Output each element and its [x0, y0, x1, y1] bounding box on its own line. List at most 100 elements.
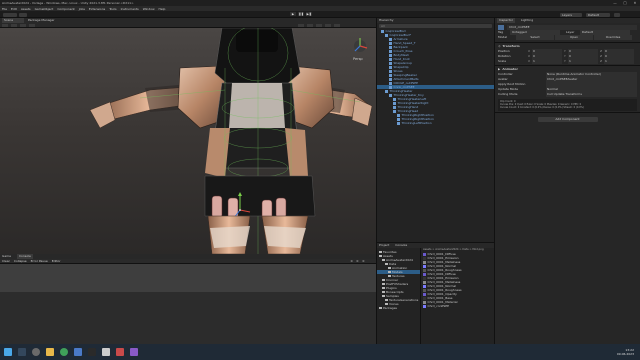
rotate-tool-icon[interactable] — [20, 23, 26, 27]
animator-row-label: Culling Mode — [498, 92, 518, 96]
cube-icon — [381, 29, 384, 33]
play-controls: ▶ ❚❚ ▶❚ — [290, 12, 312, 16]
error-pause-button[interactable]: Error Pause — [31, 259, 48, 263]
menu-gameobject[interactable]: GameObject — [35, 7, 54, 11]
overrides-button[interactable]: Overrides — [594, 35, 632, 40]
add-component-button[interactable]: Add Component — [537, 117, 598, 122]
console-log-area[interactable] — [0, 264, 376, 292]
task-view-icon[interactable] — [32, 348, 40, 356]
animator-fields: Controller None (Runtime Animator Control… — [498, 72, 637, 97]
hierarchy-item-label: ThinkingLeftPosition — [401, 121, 432, 125]
folder-icon — [382, 258, 385, 262]
editor-dropdown[interactable]: Editor — [52, 259, 61, 263]
search-taskbar-icon[interactable] — [18, 348, 26, 356]
tab-lighting[interactable]: Lighting — [521, 18, 533, 23]
project-folder-tree: Favorites Assets AnimeAvatar2024 Data Animat… — [377, 248, 421, 345]
add-component-row: Add Component — [495, 112, 640, 126]
error-count[interactable]: 0 — [362, 259, 364, 263]
model-row: Model Select Open Overrides — [498, 35, 637, 40]
transform-component: ⊹ Transform Position X 0 Y 0 Z 0 Rotation X 0 Y 0 Z 0… — [495, 42, 640, 65]
project-folder[interactable]: Packages — [377, 306, 420, 310]
windows-start-icon[interactable] — [4, 348, 12, 356]
clock[interactable]: 13:22 09.06.2023 — [617, 348, 634, 356]
select-button[interactable]: Select — [516, 35, 554, 40]
transform-row-label: Scale — [498, 59, 507, 63]
account-button[interactable] — [3, 12, 17, 17]
scene-tab-bar: Scene Package Manager — [0, 18, 376, 28]
layout-dropdown[interactable]: Default — [586, 12, 610, 17]
scene-background — [0, 28, 376, 254]
animator-component: ▶ Animator Controller None (Runtime Anima… — [495, 65, 640, 112]
hierarchy-item[interactable]: ThinkingLeftPosition — [377, 121, 494, 125]
folder-icon — [388, 270, 391, 274]
2d-toggle-icon[interactable] — [307, 23, 313, 27]
hierarchy-tree: CoqCrawlBod CoqCrawlBod* Armature Hand_Spee… — [377, 28, 494, 125]
folder-icon — [379, 254, 382, 258]
pause-button[interactable]: ❚❚ — [298, 12, 304, 16]
scene-view[interactable]: Persp — [0, 28, 376, 254]
log-count[interactable]: 0 — [351, 259, 353, 263]
menu-instruments[interactable]: Instruments — [121, 7, 139, 11]
tab-package-manager-label: Package Manager — [28, 18, 55, 22]
move-tool-icon[interactable] — [11, 23, 17, 27]
menu-extensions[interactable]: Extensions — [89, 7, 105, 11]
menu-file[interactable]: File — [2, 7, 7, 11]
chest-plate — [229, 83, 285, 128]
cube-icon — [385, 33, 388, 37]
menu-jobs[interactable]: Jobs — [79, 7, 85, 11]
lighting-toggle-icon[interactable] — [316, 23, 322, 27]
hand-tool-icon[interactable] — [2, 23, 8, 27]
texture-icon — [423, 304, 426, 308]
project-file-list: Chrd_0001_Diffuse Chrd_0001_Emission Chrd_… — [421, 252, 494, 308]
transform-y-field[interactable]: 1 — [568, 59, 598, 64]
chrome-icon[interactable] — [60, 348, 68, 356]
animator-row-value[interactable]: Cull Update Transforms — [546, 92, 637, 97]
app-icon[interactable] — [116, 348, 124, 356]
cube-icon — [385, 89, 388, 93]
mail-icon[interactable] — [74, 348, 82, 356]
menu-window[interactable]: Window — [143, 7, 155, 11]
menu-tools[interactable]: Tools — [109, 7, 116, 11]
gizmos-icon[interactable] — [334, 23, 340, 27]
left-thigh-armor — [210, 226, 250, 248]
menu-help[interactable]: Help — [159, 7, 166, 11]
helmet-visor — [236, 30, 278, 52]
scale-tool-icon[interactable] — [29, 23, 35, 27]
cube-icon — [397, 121, 400, 125]
layers-dropdown[interactable]: Layers — [560, 12, 582, 17]
shading-mode-icon[interactable] — [298, 23, 304, 27]
visual-studio-icon[interactable] — [130, 348, 138, 356]
menu-edit[interactable]: Edit — [11, 7, 17, 11]
transform-x-field[interactable]: 1 — [532, 59, 562, 64]
folder-icon — [382, 278, 385, 282]
inspector-panel: Inspector Lighting Chrd_cinPSEE Tag Unta… — [494, 18, 640, 344]
warning-count[interactable]: 0 — [357, 259, 359, 263]
menu-component[interactable]: Component — [57, 7, 74, 11]
folder-icon — [382, 290, 385, 294]
play-button[interactable]: ▶ — [290, 12, 296, 16]
file-explorer-icon[interactable] — [46, 348, 54, 356]
menu-assets[interactable]: Assets — [21, 7, 31, 11]
project-panel: Project Console Favorites Assets AnimeAvat… — [376, 242, 494, 345]
inspector-header: Chrd_cinPSEE Tag Untagged Layer Default … — [495, 23, 640, 42]
hierarchy-search-input[interactable]: All — [379, 23, 492, 28]
transform-z-field[interactable]: 1 — [604, 59, 634, 64]
project-file[interactable]: Chrd_cnnPSEE — [421, 304, 494, 308]
tab-inspector[interactable]: Inspector — [497, 18, 515, 23]
step-button[interactable]: ▶❚ — [306, 12, 312, 16]
folder-icon — [388, 274, 391, 278]
taskbar: 13:22 09.06.2023 — [0, 344, 640, 360]
cloud-icon[interactable] — [19, 12, 27, 17]
search-icon[interactable] — [614, 12, 620, 17]
folder-icon — [382, 282, 385, 286]
clear-button[interactable]: Clear — [2, 259, 10, 263]
steam-icon[interactable] — [88, 348, 96, 356]
open-button[interactable]: Open — [555, 35, 593, 40]
unity-icon[interactable] — [102, 348, 110, 356]
persp-label: Persp — [353, 57, 363, 61]
folder-icon — [379, 250, 382, 254]
audio-toggle-icon[interactable] — [325, 23, 331, 27]
collapse-button[interactable]: Collapse — [14, 259, 27, 263]
transform-fields: Position X 0 Y 0 Z 0 Rotation X 0 Y 0 Z 0 Scale X 1 Y 1 Z 1 — [498, 49, 637, 64]
main-toolbar: Layers Default — [0, 11, 640, 18]
